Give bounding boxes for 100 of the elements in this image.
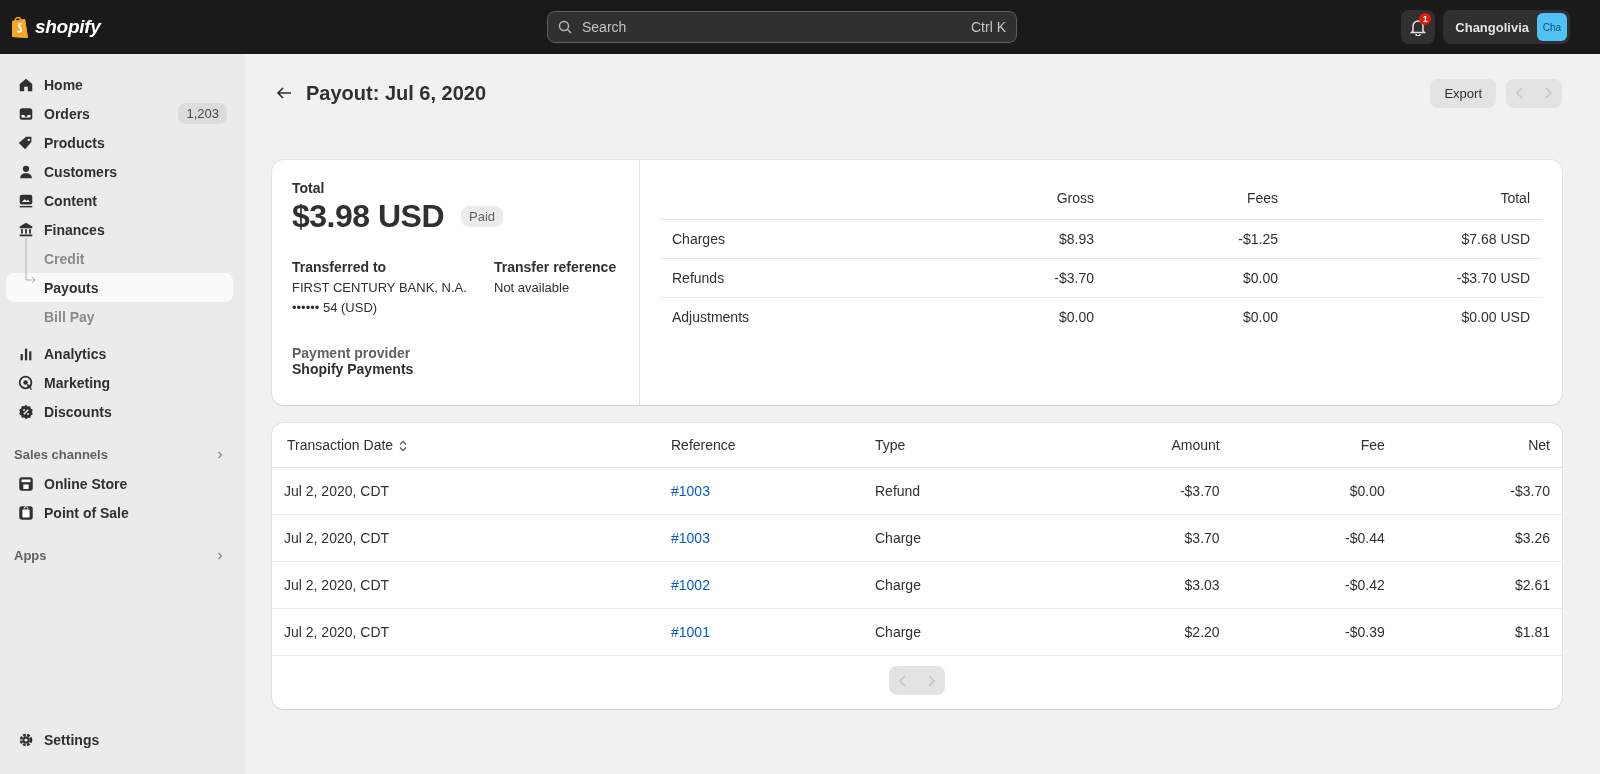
pagination-buttons[interactable]	[889, 666, 945, 695]
table-cell: Charge	[863, 514, 1045, 562]
arrow-left-icon	[276, 86, 292, 100]
section-heading[interactable]: Apps	[6, 541, 233, 570]
column-header: Net	[1396, 423, 1562, 468]
table-cell: -$0.39	[1231, 608, 1397, 656]
table-cell: Jul 2, 2020, CDT	[272, 608, 659, 656]
field-value: Not available	[494, 280, 571, 295]
shopping-bag-logo-icon	[10, 15, 30, 39]
notification-count: 1	[1419, 13, 1432, 25]
column-header: Amount	[1044, 423, 1232, 468]
bag-icon	[17, 503, 35, 522]
sidebar-item[interactable]: Point of Sale	[6, 498, 233, 527]
field-label: Payment provider	[292, 345, 412, 361]
sidebar-item[interactable]: Orders 1,203	[6, 99, 233, 128]
sidebar-item[interactable]: Marketing	[6, 368, 233, 397]
column-header: Total	[1290, 178, 1542, 220]
sidebar-item[interactable]: Products	[6, 128, 233, 157]
order-link[interactable]: #1002	[671, 577, 710, 593]
table-cell: -$3.70 USD	[1290, 258, 1542, 298]
chevron-right-icon	[926, 674, 936, 687]
column-header: Reference	[659, 423, 863, 468]
search-icon	[558, 20, 572, 34]
search-bar[interactable]: Search Ctrl K	[547, 11, 1017, 43]
status-badge: Paid	[461, 206, 504, 227]
table-cell: $3.03	[1044, 561, 1232, 609]
section-heading[interactable]: Sales channels	[6, 440, 233, 469]
table-cell: Charge	[863, 561, 1045, 609]
count-badge: 1,203	[178, 103, 227, 124]
column-header: Fee	[1231, 423, 1397, 468]
keyboard-shortcut: Ctrl K	[971, 19, 1006, 35]
search-input[interactable]: Search	[580, 18, 963, 36]
account-menu-button[interactable]: Changolivia Cha	[1443, 10, 1570, 44]
table-cell: -$0.42	[1231, 561, 1397, 609]
sidebar-item[interactable]: Analytics	[6, 339, 233, 368]
table-cell: $0.00	[922, 297, 1107, 336]
table-cell: $0.00	[1106, 297, 1291, 336]
table-cell: -$3.70	[1396, 467, 1562, 515]
order-link[interactable]: #1001	[671, 624, 710, 640]
store-icon	[17, 474, 35, 493]
field-label: Transferred to	[292, 259, 388, 275]
chevron-right-icon	[1543, 87, 1553, 99]
row-label: Adjustments	[660, 297, 923, 336]
logo-wordmark: shopify	[35, 16, 101, 38]
target-icon	[17, 373, 35, 392]
sidebar-item[interactable]: Home	[6, 70, 233, 99]
chevron-right-icon	[215, 449, 225, 460]
table-cell: -$0.44	[1231, 514, 1397, 562]
bell-icon	[1410, 18, 1427, 36]
table-cell: $7.68 USD	[1290, 219, 1542, 259]
chevron-left-icon	[1515, 87, 1525, 99]
page-title: Payout: Jul 6, 2020	[306, 81, 487, 105]
sidebar-item[interactable]: Content	[6, 186, 233, 215]
table-cell: $0.00	[1106, 258, 1291, 298]
table-cell: $0.00 USD	[1290, 297, 1542, 336]
notifications-button[interactable]: 1	[1401, 10, 1436, 44]
sidebar-item[interactable]: Discounts	[6, 397, 233, 426]
sidebar-subitem[interactable]: Payouts	[6, 273, 233, 302]
bank-icon	[17, 220, 35, 239]
order-link[interactable]: #1003	[671, 530, 710, 546]
field-label: Transfer reference	[494, 259, 617, 275]
table-cell: $3.70	[1044, 514, 1232, 562]
table-cell: Jul 2, 2020, CDT	[272, 467, 659, 515]
payout-total: $3.98 USD	[292, 198, 445, 235]
table-cell: -$1.25	[1106, 219, 1291, 259]
export-button[interactable]: Export	[1430, 78, 1496, 108]
table-cell: $8.93	[922, 219, 1107, 259]
sort-icon	[398, 440, 409, 453]
field-value: FIRST CENTURY BANK, N.A.	[292, 280, 468, 295]
field-label: Total	[292, 180, 326, 196]
table-cell: Refund	[863, 467, 1045, 515]
chevron-right-icon	[215, 550, 225, 561]
order-link[interactable]: #1003	[671, 483, 710, 499]
pagination-buttons[interactable]	[1506, 78, 1562, 108]
table-cell: -$3.70	[1044, 467, 1232, 515]
table-cell: $1.81	[1396, 608, 1562, 656]
table-cell: $3.26	[1396, 514, 1562, 562]
row-label: Charges	[660, 219, 923, 259]
field-value: Shopify Payments	[292, 361, 415, 377]
sidebar-item[interactable]: Finances	[6, 215, 233, 244]
row-label: Refunds	[660, 258, 923, 298]
table-cell: Jul 2, 2020, CDT	[272, 514, 659, 562]
table-cell: $0.00	[1231, 467, 1397, 515]
table-cell: Jul 2, 2020, CDT	[272, 561, 659, 609]
table-cell: $2.61	[1396, 561, 1562, 609]
tree-connector-icon	[23, 238, 37, 283]
sidebar-item[interactable]: Online Store	[6, 469, 233, 498]
column-header: Gross	[922, 178, 1107, 220]
field-value: •••••• 54 (USD)	[292, 300, 379, 315]
store-avatar: Cha	[1537, 13, 1567, 41]
sidebar-item[interactable]: Customers	[6, 157, 233, 186]
discount-icon	[17, 402, 35, 421]
table-cell: Charge	[863, 608, 1045, 656]
sidebar-item[interactable]: Settings	[6, 725, 233, 754]
table-cell: $2.20	[1044, 608, 1232, 656]
table-cell: -$3.70	[922, 258, 1107, 298]
chevron-left-icon	[898, 674, 908, 687]
column-header: Fees	[1106, 178, 1291, 220]
column-header[interactable]: Transaction Date	[272, 423, 659, 468]
column-header: Type	[863, 423, 1045, 468]
